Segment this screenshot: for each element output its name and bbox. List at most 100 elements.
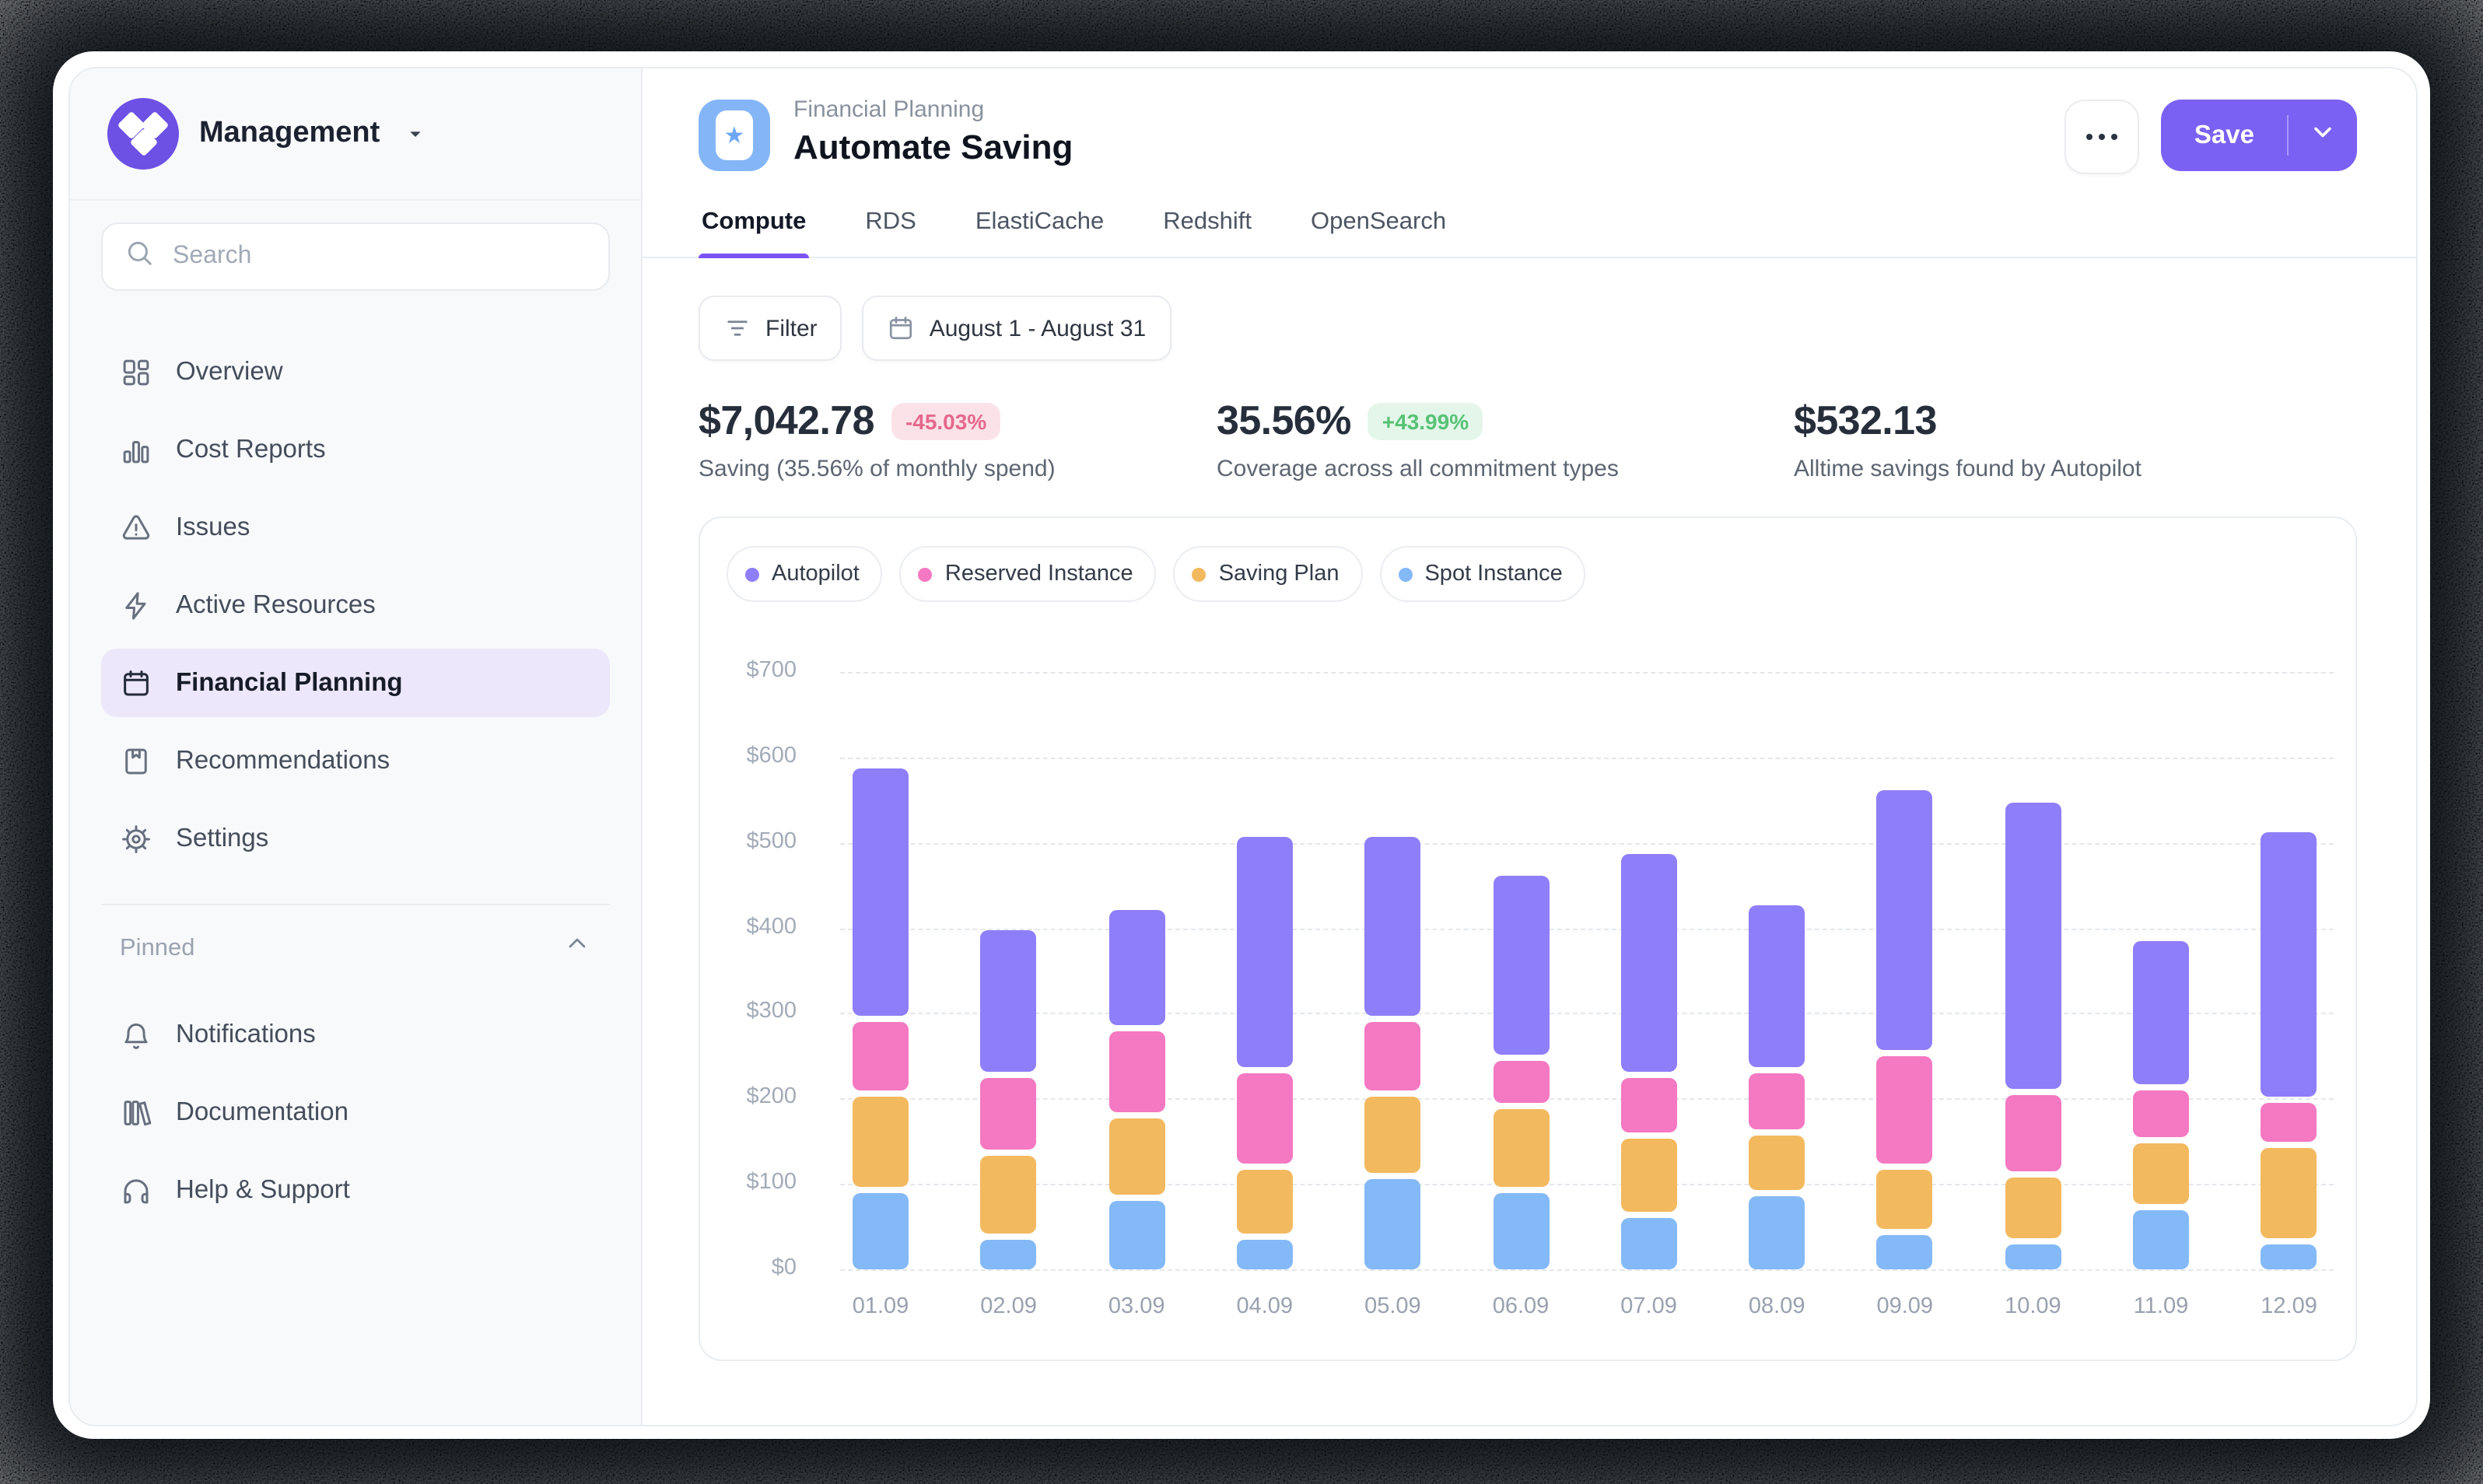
sidebar-item-issues[interactable]: Issues <box>101 493 610 562</box>
app-frame: Management Overview Cost Reports <box>68 67 2418 1426</box>
bar-segment-saving-plan[interactable] <box>853 1097 909 1186</box>
bar-segment-saving-plan[interactable] <box>1877 1169 1933 1229</box>
save-dropdown-button[interactable] <box>2289 100 2357 171</box>
filter-icon <box>723 314 751 342</box>
bar-segment-autopilot[interactable] <box>1493 875 1549 1054</box>
bar-segment-reserved-instance[interactable] <box>2005 1095 2061 1172</box>
bar-segment-reserved-instance[interactable] <box>1108 1031 1164 1111</box>
stat-card-2: 35.56% +43.99% Coverage across all commi… <box>1217 397 1794 482</box>
bar-segment-spot-instance[interactable] <box>1749 1197 1805 1269</box>
bar-segment-reserved-instance[interactable] <box>2133 1090 2189 1137</box>
more-button[interactable] <box>2065 100 2140 174</box>
bar-segment-reserved-instance[interactable] <box>1621 1078 1677 1133</box>
sidebar-item-label: Notifications <box>176 1020 316 1049</box>
tab-opensearch[interactable]: OpenSearch <box>1308 193 1449 257</box>
lightning-icon <box>120 589 152 621</box>
filter-button[interactable]: Filter <box>699 296 842 361</box>
date-range-button[interactable]: August 1 - August 31 <box>863 296 1171 361</box>
bar-segment-saving-plan[interactable] <box>1364 1097 1420 1174</box>
stat-value: $532.13 <box>1794 397 1937 445</box>
bar-segment-spot-instance[interactable] <box>2133 1209 2189 1269</box>
bar-segment-autopilot[interactable] <box>2133 941 2189 1084</box>
bar-segment-autopilot[interactable] <box>853 768 909 1016</box>
save-button[interactable]: Save <box>2162 100 2357 171</box>
bar-segment-autopilot[interactable] <box>1364 837 1420 1016</box>
bar-segment-saving-plan[interactable] <box>2133 1143 2189 1203</box>
bar-segment-saving-plan[interactable] <box>981 1157 1037 1234</box>
stat-label: Alltime savings found by Autopilot <box>1794 456 2142 482</box>
save-button-label[interactable]: Save <box>2162 100 2287 171</box>
chevron-up-icon[interactable] <box>563 930 591 966</box>
gridline <box>840 928 2334 929</box>
x-axis-tick: 01.09 <box>853 1294 909 1319</box>
bar-segment-reserved-instance[interactable] <box>981 1078 1037 1150</box>
sidebar-item-overview[interactable]: Overview <box>101 338 610 406</box>
stat-change-badge: +43.99% <box>1368 402 1483 439</box>
bar-segment-saving-plan[interactable] <box>1493 1110 1549 1187</box>
tab-rds[interactable]: RDS <box>862 193 919 257</box>
bar-segment-reserved-instance[interactable] <box>2261 1104 2317 1142</box>
search-input[interactable] <box>170 241 587 272</box>
sidebar-item-active-resources[interactable]: Active Resources <box>101 571 610 639</box>
workspace-switcher[interactable]: Management <box>70 68 641 201</box>
gridline <box>840 672 2334 674</box>
stat-value: 35.56% <box>1217 397 1351 445</box>
pinned-label: Pinned <box>120 934 195 962</box>
bar-segment-spot-instance[interactable] <box>853 1192 909 1269</box>
pinned-nav: Notifications Documentation Help & Suppo… <box>101 1000 610 1224</box>
bar-segment-spot-instance[interactable] <box>2261 1244 2317 1269</box>
tab-compute[interactable]: Compute <box>699 193 809 257</box>
tab-elasticache[interactable]: ElastiCache <box>972 193 1107 257</box>
bar-segment-spot-instance[interactable] <box>1493 1192 1549 1269</box>
bar-segment-autopilot[interactable] <box>2005 803 2061 1089</box>
bar-segment-reserved-instance[interactable] <box>1877 1056 1933 1163</box>
sidebar-item-label: Settings <box>176 824 268 853</box>
bar-segment-reserved-instance[interactable] <box>853 1022 909 1090</box>
bar-segment-spot-instance[interactable] <box>1108 1201 1164 1269</box>
bar-segment-autopilot[interactable] <box>1108 909 1164 1024</box>
search-box[interactable] <box>101 222 610 291</box>
bar-segment-saving-plan[interactable] <box>1108 1118 1164 1195</box>
bar-segment-autopilot[interactable] <box>1621 854 1677 1072</box>
bar-segment-reserved-instance[interactable] <box>1749 1073 1805 1129</box>
bar-segment-autopilot[interactable] <box>1877 790 1933 1051</box>
bar-segment-saving-plan[interactable] <box>2005 1178 2061 1237</box>
bar-segment-reserved-instance[interactable] <box>1364 1022 1420 1090</box>
bar-segment-spot-instance[interactable] <box>1621 1218 1677 1269</box>
bar-segment-saving-plan[interactable] <box>1621 1139 1677 1212</box>
bar-segment-reserved-instance[interactable] <box>1237 1073 1293 1163</box>
bar-segment-autopilot[interactable] <box>2261 832 2317 1097</box>
bar-segment-spot-instance[interactable] <box>981 1240 1037 1269</box>
sidebar-item-recommendations[interactable]: Recommendations <box>101 726 610 795</box>
sidebar-item-notifications[interactable]: Notifications <box>101 1000 610 1069</box>
bar-chart-icon <box>120 433 152 466</box>
tab-bar: Compute RDS ElastiCache Redshift OpenSearch <box>643 193 2416 258</box>
bar-segment-spot-instance[interactable] <box>1877 1235 1933 1269</box>
bar-segment-autopilot[interactable] <box>1237 837 1293 1067</box>
sidebar-item-documentation[interactable]: Documentation <box>101 1078 610 1146</box>
bar-segment-autopilot[interactable] <box>981 931 1037 1072</box>
sidebar-nav: Overview Cost Reports Issues Active Reso… <box>101 338 610 873</box>
sidebar-item-settings[interactable]: Settings <box>101 804 610 873</box>
x-axis-tick: 02.09 <box>980 1294 1037 1319</box>
bar-segment-saving-plan[interactable] <box>1749 1135 1805 1190</box>
bar-segment-autopilot[interactable] <box>1749 905 1805 1067</box>
stacked-bar-chart: $0$100$200$300$400$500$600$70001.0902.09… <box>700 518 2355 1360</box>
stat-change-badge: -45.03% <box>891 402 1000 439</box>
bar-segment-spot-instance[interactable] <box>1364 1180 1420 1269</box>
x-axis-tick: 11.09 <box>2134 1294 2188 1319</box>
bar-segment-saving-plan[interactable] <box>1237 1169 1293 1233</box>
stats-row: $7,042.78 -45.03% Saving (35.56% of mont… <box>699 397 2357 482</box>
y-axis-tick: $500 <box>700 828 797 853</box>
bar-segment-reserved-instance[interactable] <box>1493 1061 1549 1104</box>
bar-segment-saving-plan[interactable] <box>2261 1148 2317 1237</box>
bookmark-icon <box>120 744 152 777</box>
sidebar-item-help-support[interactable]: Help & Support <box>101 1156 610 1224</box>
stat-card-1: $7,042.78 -45.03% Saving (35.56% of mont… <box>699 397 1217 482</box>
tab-redshift[interactable]: Redshift <box>1160 193 1255 257</box>
sidebar-item-cost-reports[interactable]: Cost Reports <box>101 415 610 484</box>
sidebar-item-financial-planning[interactable]: Financial Planning <box>101 649 610 717</box>
sidebar-item-label: Cost Reports <box>176 435 326 464</box>
bar-segment-spot-instance[interactable] <box>2005 1244 2061 1269</box>
bar-segment-spot-instance[interactable] <box>1237 1240 1293 1269</box>
